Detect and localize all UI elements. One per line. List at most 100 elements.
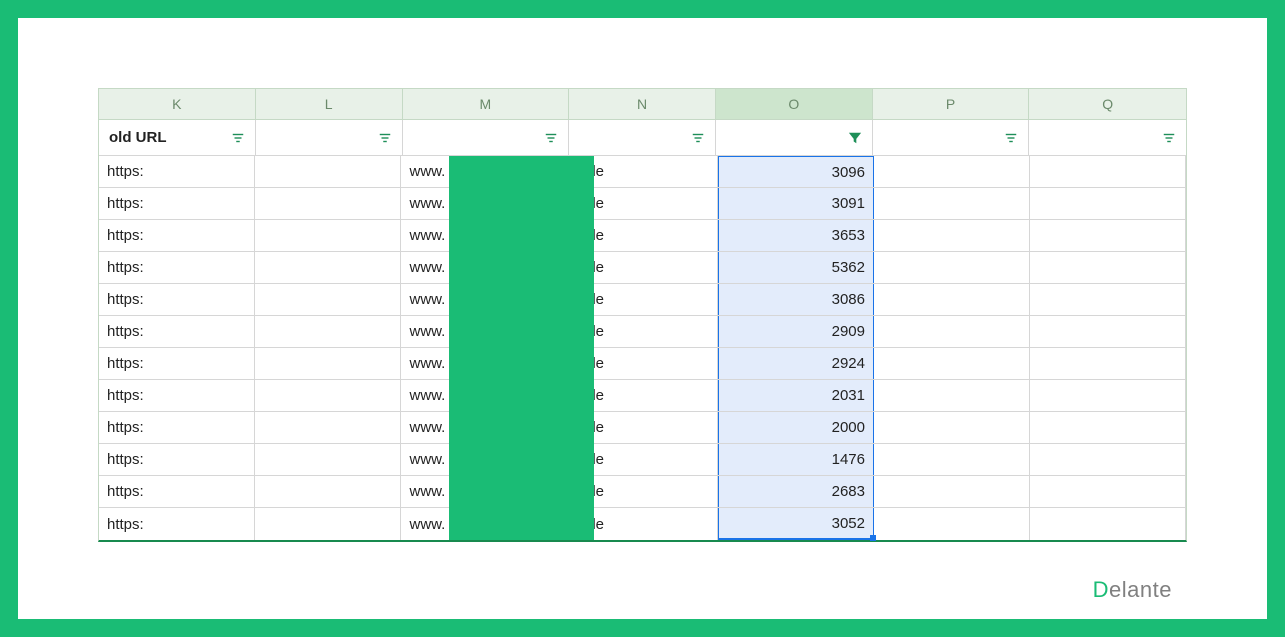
cell-N[interactable] [571,412,717,443]
cell-L[interactable] [255,412,401,443]
cell-K[interactable]: https: [99,284,255,315]
column-header-O[interactable]: O [716,89,873,119]
cell-Q[interactable] [1030,412,1186,443]
cell-O[interactable]: 3091 [718,188,874,219]
cell-N[interactable] [571,188,717,219]
cell-Q[interactable] [1030,316,1186,347]
cell-M[interactable]: www.le [401,444,571,475]
cell-M[interactable]: www.le [401,220,571,251]
filter-icon[interactable] [691,131,705,145]
cell-P[interactable] [874,252,1030,283]
cell-P[interactable] [874,188,1030,219]
cell-N[interactable] [571,156,717,187]
cell-M[interactable]: www.le [401,284,571,315]
cell-N[interactable] [571,508,717,540]
cell-Q[interactable] [1030,444,1186,475]
cell-O[interactable]: 3052 [718,508,874,540]
cell-Q[interactable] [1030,188,1186,219]
cell-K[interactable]: https: [99,444,255,475]
cell-P[interactable] [874,220,1030,251]
cell-Q[interactable] [1030,252,1186,283]
cell-O[interactable]: 2683 [718,476,874,507]
filter-cell-K[interactable]: old URL [99,120,256,155]
filter-icon[interactable] [544,131,558,145]
filter-icon[interactable] [1162,131,1176,145]
cell-L[interactable] [255,188,401,219]
column-header-N[interactable]: N [569,89,716,119]
cell-K[interactable]: https: [99,188,255,219]
spreadsheet[interactable]: KLMNOPQ old URL https:www.le3096https:ww… [98,88,1187,542]
filter-icon[interactable] [1004,131,1018,145]
cell-L[interactable] [255,348,401,379]
cell-K[interactable]: https: [99,508,255,540]
cell-L[interactable] [255,508,401,540]
filter-cell-N[interactable] [569,120,716,155]
cell-P[interactable] [874,316,1030,347]
cell-P[interactable] [874,476,1030,507]
cell-M[interactable]: www.le [401,508,571,540]
cell-O[interactable]: 1476 [718,444,874,475]
filter-cell-L[interactable] [256,120,403,155]
cell-O[interactable]: 5362 [718,252,874,283]
filter-cell-O[interactable] [716,120,873,155]
cell-M[interactable]: www.le [401,348,571,379]
cell-O[interactable]: 3096 [718,156,874,187]
cell-Q[interactable] [1030,476,1186,507]
cell-O[interactable]: 3086 [718,284,874,315]
cell-K[interactable]: https: [99,316,255,347]
cell-K[interactable]: https: [99,220,255,251]
funnel-icon[interactable] [848,131,862,145]
cell-K[interactable]: https: [99,156,255,187]
filter-cell-Q[interactable] [1029,120,1186,155]
filter-cell-P[interactable] [873,120,1030,155]
cell-M[interactable]: www.le [401,316,571,347]
cell-M[interactable]: www.le [401,380,571,411]
cell-P[interactable] [874,412,1030,443]
cell-K[interactable]: https: [99,348,255,379]
cell-N[interactable] [571,380,717,411]
cell-M[interactable]: www.le [401,476,571,507]
cell-L[interactable] [255,252,401,283]
cell-Q[interactable] [1030,284,1186,315]
cell-K[interactable]: https: [99,252,255,283]
cell-Q[interactable] [1030,348,1186,379]
cell-L[interactable] [255,156,401,187]
column-header-L[interactable]: L [256,89,403,119]
cell-P[interactable] [874,444,1030,475]
cell-O[interactable]: 2031 [718,380,874,411]
cell-N[interactable] [571,444,717,475]
cell-M[interactable]: www.le [401,252,571,283]
cell-L[interactable] [255,284,401,315]
filter-cell-M[interactable] [403,120,569,155]
column-header-P[interactable]: P [873,89,1030,119]
cell-O[interactable]: 3653 [718,220,874,251]
cell-N[interactable] [571,348,717,379]
cell-N[interactable] [571,284,717,315]
filter-icon[interactable] [378,131,392,145]
cell-N[interactable] [571,476,717,507]
cell-L[interactable] [255,476,401,507]
cell-N[interactable] [571,252,717,283]
cell-K[interactable]: https: [99,380,255,411]
cell-N[interactable] [571,220,717,251]
column-header-M[interactable]: M [403,89,569,119]
cell-L[interactable] [255,444,401,475]
cell-P[interactable] [874,380,1030,411]
cell-O[interactable]: 2909 [718,316,874,347]
cell-Q[interactable] [1030,380,1186,411]
cell-M[interactable]: www.le [401,156,571,187]
column-header-K[interactable]: K [99,89,256,119]
cell-Q[interactable] [1030,508,1186,540]
cell-M[interactable]: www.le [401,188,571,219]
cell-K[interactable]: https: [99,476,255,507]
cell-L[interactable] [255,380,401,411]
cell-L[interactable] [255,316,401,347]
cell-Q[interactable] [1030,220,1186,251]
cell-M[interactable]: www.le [401,412,571,443]
cell-Q[interactable] [1030,156,1186,187]
cell-L[interactable] [255,220,401,251]
cell-P[interactable] [874,156,1030,187]
cell-O[interactable]: 2000 [718,412,874,443]
filter-icon[interactable] [231,131,245,145]
cell-N[interactable] [571,316,717,347]
